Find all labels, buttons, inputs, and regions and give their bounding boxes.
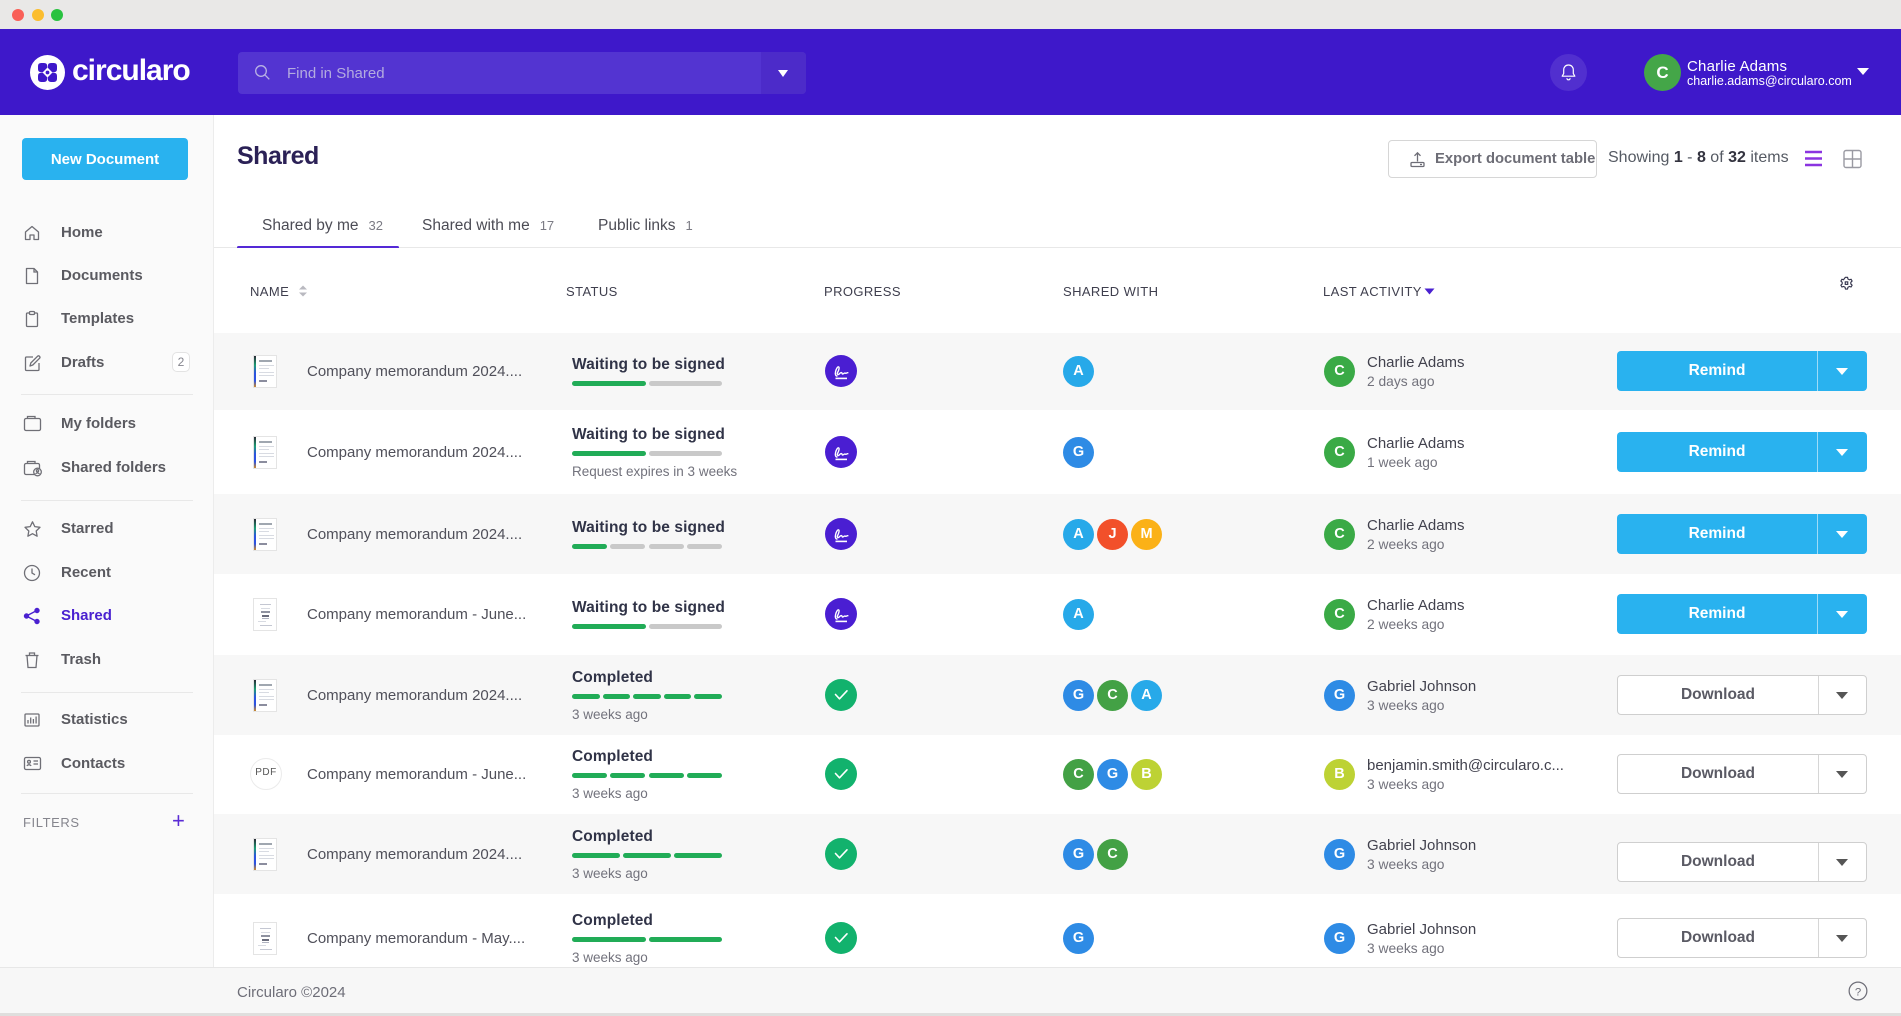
svg-text:?: ? — [1855, 986, 1861, 998]
